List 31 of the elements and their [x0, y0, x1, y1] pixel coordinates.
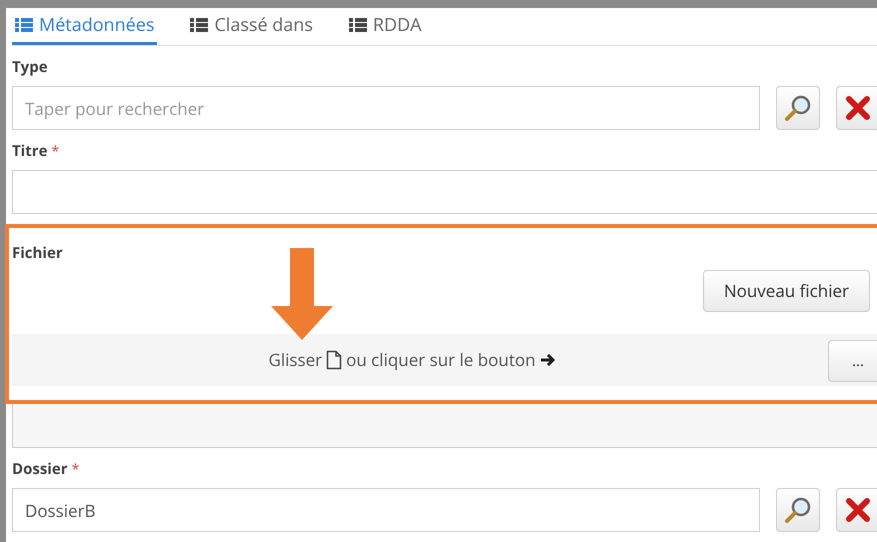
new-file-button[interactable]: Nouveau fichier [702, 270, 870, 312]
drop-zone[interactable]: Glisser ou cliquer sur le bouton ... [12, 334, 877, 386]
list-icon [348, 18, 367, 32]
clear-button[interactable] [836, 488, 877, 532]
search-icon [784, 94, 812, 122]
tab[interactable]: RDDA [346, 8, 425, 45]
required-mark: * [51, 140, 60, 162]
field-label: Titre [12, 140, 48, 162]
lookup-field[interactable]: DossierB [12, 488, 760, 532]
field-label: Fichier [12, 242, 63, 264]
drop-text: Glisser [268, 347, 322, 373]
search-button[interactable] [776, 488, 820, 532]
search-button[interactable] [776, 86, 820, 130]
close-icon [845, 497, 871, 523]
file-icon [326, 350, 342, 370]
text-field[interactable] [12, 170, 877, 214]
list-icon [15, 18, 33, 32]
close-icon [845, 95, 871, 121]
tab[interactable]: Classé dans [187, 8, 316, 45]
clear-button[interactable] [836, 86, 877, 130]
required-mark: * [72, 458, 80, 480]
arrow-down-icon [271, 248, 333, 340]
drop-text: ou cliquer sur le bouton [346, 347, 536, 373]
arrow-right-icon [540, 352, 556, 368]
tab[interactable]: Métadonnées [12, 8, 158, 45]
search-icon [784, 496, 812, 524]
lookup-field[interactable]: Taper pour rechercher [12, 86, 760, 130]
list-icon [190, 18, 208, 32]
field-label: Type [12, 56, 48, 78]
browse-button[interactable]: ... [828, 340, 877, 382]
field-label: Dossier [12, 458, 68, 480]
